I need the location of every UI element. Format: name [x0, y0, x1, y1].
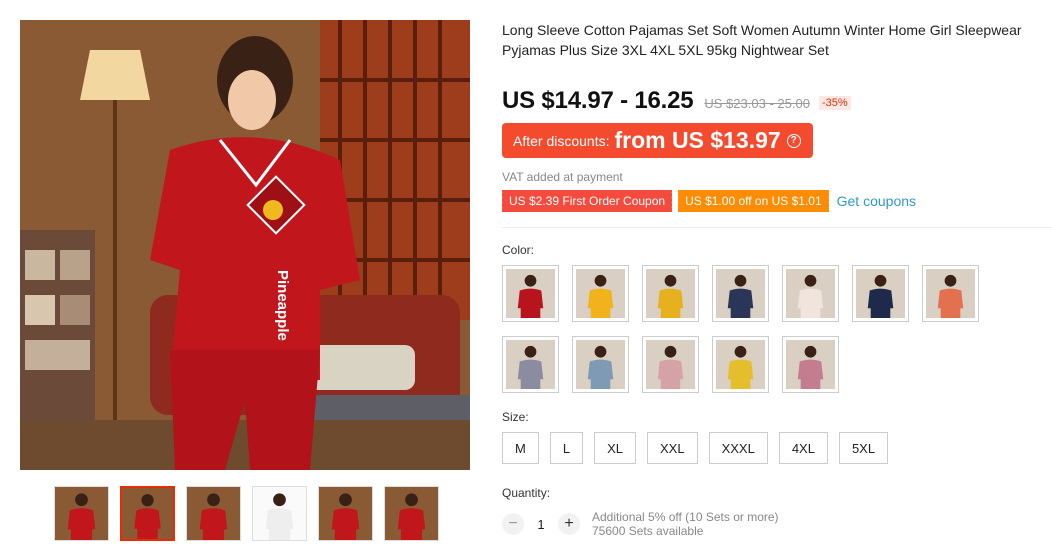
get-coupons-link[interactable]: Get coupons: [837, 193, 916, 209]
bulk-discount-note: Additional 5% off (10 Sets or more): [592, 510, 779, 524]
color-swatch-7[interactable]: [922, 265, 979, 322]
size-label: Size:: [502, 410, 529, 424]
discount-badge: -35%: [818, 96, 851, 110]
product-info: Long Sleeve Cotton Pajamas Set Soft Wome…: [499, 20, 1052, 538]
color-swatch-4[interactable]: [712, 265, 769, 322]
original-price: US $23.03 - 25.00: [704, 96, 810, 111]
product-title: Long Sleeve Cotton Pajamas Set Soft Wome…: [502, 22, 1022, 58]
color-swatch-2[interactable]: [572, 265, 629, 322]
color-swatches: [502, 265, 1002, 393]
divider: [502, 227, 1052, 228]
help-icon[interactable]: ?: [786, 133, 801, 148]
quantity-label: Quantity:: [502, 486, 551, 500]
size-option-xxl[interactable]: XXL: [646, 432, 698, 464]
quantity-increase-button[interactable]: +: [558, 513, 580, 535]
after-discount-banner[interactable]: After discounts: from US $13.97 ?: [502, 123, 813, 158]
size-option-xxxl[interactable]: XXXL: [708, 432, 768, 464]
color-swatch-10[interactable]: [642, 336, 699, 393]
quantity-notes: Additional 5% off (10 Sets or more) 7560…: [592, 510, 779, 538]
thumbnail-1[interactable]: [54, 486, 109, 541]
vat-note: VAT added at payment: [502, 170, 623, 184]
size-option-4xl[interactable]: 4XL: [778, 432, 828, 464]
color-label: Color:: [502, 243, 535, 257]
current-price: US $14.97 - 16.25: [502, 87, 694, 114]
product-photo-illustration: Pineapple: [20, 20, 470, 470]
size-option-xl[interactable]: XL: [594, 432, 636, 464]
store-coupon[interactable]: US $1.00 off on US $1.01: [676, 190, 829, 212]
color-swatch-12[interactable]: [782, 336, 839, 393]
price-row: US $14.97 - 16.25 US $23.03 - 25.00 -35%: [502, 87, 1052, 117]
thumbnail-3[interactable]: [186, 486, 241, 541]
thumbnail-4[interactable]: [252, 486, 307, 541]
size-option-m[interactable]: M: [502, 432, 539, 464]
main-product-image[interactable]: Pineapple: [20, 20, 470, 470]
quantity-stepper: − 1 + Additional 5% off (10 Sets or more…: [502, 510, 1052, 538]
size-options: M L XL XXL XXXL 4XL 5XL: [502, 432, 1052, 464]
color-swatch-5[interactable]: [782, 265, 839, 322]
color-swatch-8[interactable]: [502, 336, 559, 393]
size-option-5xl[interactable]: 5XL: [838, 432, 889, 464]
first-order-coupon[interactable]: US $2.39 First Order Coupon: [499, 190, 673, 212]
stock-note: 75600 Sets available: [592, 524, 704, 538]
after-discount-label: After discounts:: [513, 132, 610, 149]
color-swatch-9[interactable]: [572, 336, 629, 393]
size-option-l[interactable]: L: [549, 432, 584, 464]
color-swatch-11[interactable]: [712, 336, 769, 393]
thumbnail-strip: [54, 486, 439, 541]
quantity-decrease-button[interactable]: −: [502, 513, 524, 535]
after-discount-amount: from US $13.97: [614, 127, 781, 153]
color-swatch-6[interactable]: [852, 265, 909, 322]
thumbnail-5[interactable]: [318, 486, 373, 541]
shirt-print-text: Pineapple: [274, 270, 291, 341]
thumbnail-2[interactable]: [120, 486, 175, 541]
thumbnail-6[interactable]: [384, 486, 439, 541]
color-swatch-3[interactable]: [642, 265, 699, 322]
quantity-input[interactable]: 1: [524, 517, 558, 532]
color-swatch-1[interactable]: [502, 265, 559, 322]
coupon-row: US $2.39 First Order Coupon US $1.00 off…: [499, 190, 1052, 212]
